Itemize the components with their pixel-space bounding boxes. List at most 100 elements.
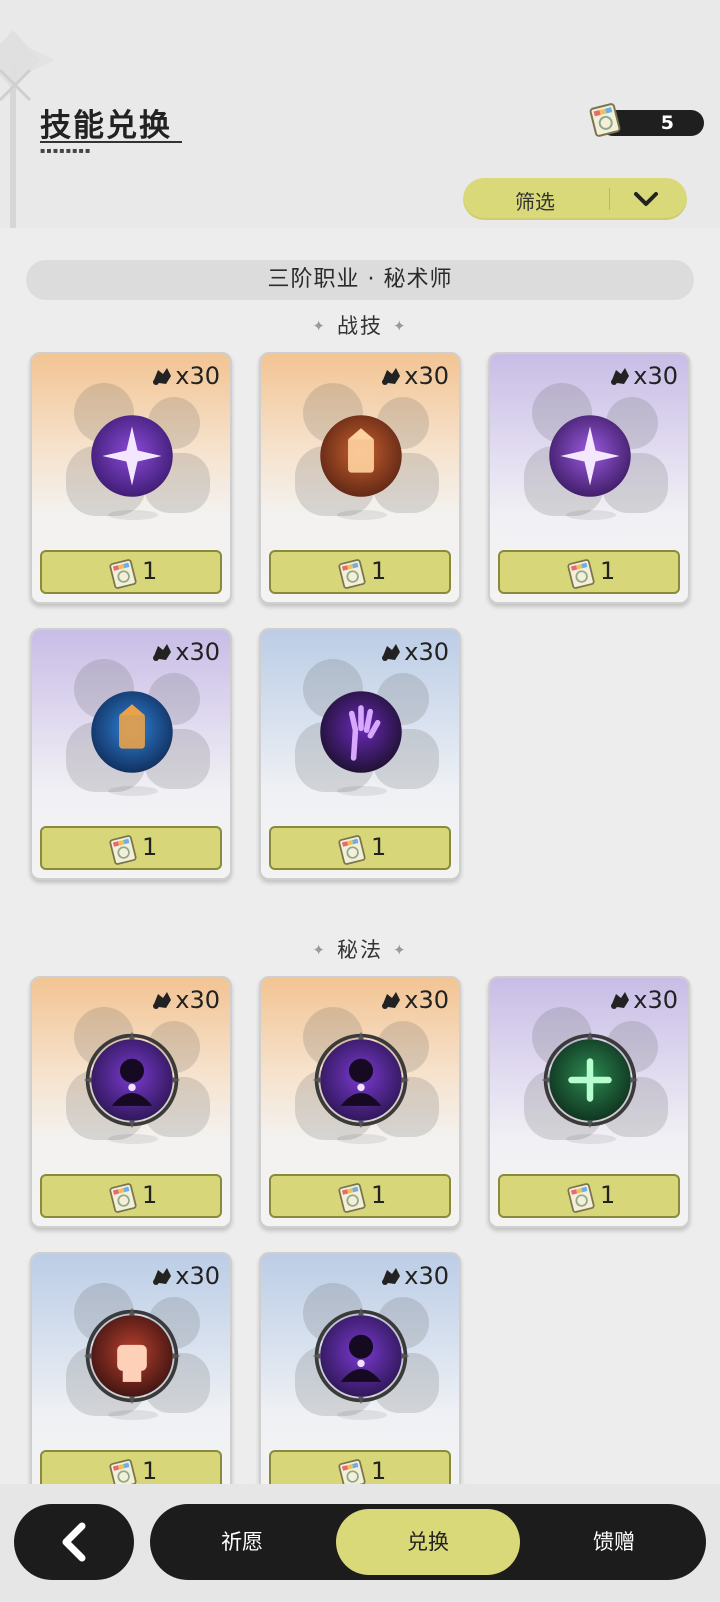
skill-count-value: x30 bbox=[175, 986, 220, 1014]
icon-shadow bbox=[566, 1134, 616, 1144]
icon-shadow bbox=[337, 1134, 387, 1144]
cost-value: 1 bbox=[142, 1457, 158, 1484]
skill-fragment-icon bbox=[611, 368, 630, 385]
skill-icon-wrap bbox=[311, 682, 411, 782]
skill-card[interactable]: x30 1 bbox=[259, 352, 461, 604]
skill-list[interactable]: 三阶职业 · 秘术师 ✦ 战技 ✦ x30 1 x30 1 x30 1 x30 … bbox=[0, 228, 720, 1484]
tab-wish[interactable]: 祈愿 bbox=[150, 1504, 334, 1580]
skill-count-value: x30 bbox=[404, 362, 449, 390]
filter-button[interactable]: 筛选 bbox=[463, 178, 687, 220]
skill-count: x30 bbox=[609, 986, 678, 1014]
skill-count-value: x30 bbox=[404, 638, 449, 666]
skill-card[interactable]: x30 1 bbox=[259, 976, 461, 1228]
cost-value: 1 bbox=[371, 833, 387, 861]
ticket-currency-counter: 5 bbox=[589, 103, 704, 137]
page-title: 技能兑换 bbox=[40, 108, 172, 144]
exchange-cost-button[interactable]: 1 bbox=[40, 550, 222, 594]
skill-count-value: x30 bbox=[175, 362, 220, 390]
ticket-icon bbox=[109, 559, 137, 589]
eye-figure-arcane-icon bbox=[83, 1031, 181, 1129]
section-title: ✦ 秘法 ✦ bbox=[0, 934, 720, 964]
exchange-cost-button[interactable]: 1 bbox=[40, 826, 222, 870]
sparkle-icon: ✦ bbox=[312, 941, 327, 959]
tab-gift[interactable]: 馈赠 bbox=[522, 1504, 706, 1580]
skill-count-value: x30 bbox=[633, 986, 678, 1014]
exchange-cost-button[interactable]: 1 bbox=[269, 550, 451, 594]
skill-icon-wrap bbox=[82, 406, 182, 506]
exchange-cost-button[interactable]: 1 bbox=[498, 1174, 680, 1218]
icon-shadow bbox=[108, 510, 158, 520]
sparkle-icon: ✦ bbox=[393, 317, 408, 335]
skill-count-value: x30 bbox=[404, 986, 449, 1014]
chevron-down-icon bbox=[634, 192, 658, 206]
icon-shadow bbox=[337, 1410, 387, 1420]
skill-fragment-icon bbox=[611, 992, 630, 1009]
ticket-icon bbox=[567, 559, 595, 589]
title-dots: ▪▪▪▪▪▪▪▪ bbox=[40, 146, 92, 155]
tab-exchange[interactable]: 兑换 bbox=[336, 1509, 520, 1575]
cost-value: 1 bbox=[142, 557, 158, 585]
sparkle-icon: ✦ bbox=[312, 317, 327, 335]
section-title-text: 秘法 bbox=[337, 938, 383, 962]
skill-fragment-icon bbox=[153, 1268, 172, 1285]
skill-icon-wrap bbox=[311, 406, 411, 506]
green-heal-arcane-icon bbox=[541, 1031, 639, 1129]
skill-count: x30 bbox=[609, 362, 678, 390]
skill-card[interactable]: x30 1 bbox=[30, 628, 232, 880]
orange-totem-skill-icon bbox=[320, 415, 402, 497]
skill-card[interactable]: x30 1 bbox=[488, 352, 690, 604]
skill-count: x30 bbox=[151, 1262, 220, 1290]
skill-card[interactable]: x30 1 bbox=[30, 1252, 232, 1484]
title-underline bbox=[40, 141, 182, 143]
skill-count: x30 bbox=[380, 1262, 449, 1290]
cost-value: 1 bbox=[600, 557, 616, 585]
skill-card[interactable]: x30 1 bbox=[30, 352, 232, 604]
skill-count: x30 bbox=[151, 362, 220, 390]
skill-card[interactable]: x30 1 bbox=[259, 1252, 461, 1484]
heart-figure-arcane-icon bbox=[312, 1031, 410, 1129]
skill-icon-wrap bbox=[82, 682, 182, 782]
skill-count: x30 bbox=[151, 986, 220, 1014]
filter-divider bbox=[609, 188, 610, 210]
skill-count-value: x30 bbox=[633, 362, 678, 390]
skill-icon-wrap bbox=[82, 1306, 182, 1406]
ticket-icon bbox=[109, 1183, 137, 1213]
tab-bar: 祈愿 兑换 馈赠 bbox=[150, 1504, 706, 1580]
exchange-cost-button[interactable]: 1 bbox=[40, 1450, 222, 1484]
exchange-cost-button[interactable]: 1 bbox=[40, 1174, 222, 1218]
skill-fragment-icon bbox=[153, 992, 172, 1009]
skill-card[interactable]: x30 1 bbox=[488, 976, 690, 1228]
exchange-cost-button[interactable]: 1 bbox=[269, 826, 451, 870]
exchange-cost-button[interactable]: 1 bbox=[269, 1450, 451, 1484]
skill-fragment-icon bbox=[382, 368, 401, 385]
skill-icon-wrap bbox=[540, 406, 640, 506]
icon-shadow bbox=[108, 1134, 158, 1144]
ticket-icon bbox=[589, 103, 621, 137]
skill-count: x30 bbox=[380, 362, 449, 390]
cost-value: 1 bbox=[371, 1181, 387, 1209]
skill-card[interactable]: x30 1 bbox=[259, 628, 461, 880]
cost-value: 1 bbox=[600, 1181, 616, 1209]
skill-count-value: x30 bbox=[404, 1262, 449, 1290]
skill-icon-wrap bbox=[540, 1030, 640, 1130]
exchange-cost-button[interactable]: 1 bbox=[269, 1174, 451, 1218]
ticket-icon bbox=[338, 559, 366, 589]
ticket-icon bbox=[109, 1459, 137, 1484]
icon-shadow bbox=[108, 786, 158, 796]
ticket-icon bbox=[109, 835, 137, 865]
skill-icon-wrap bbox=[311, 1030, 411, 1130]
skill-count: x30 bbox=[380, 638, 449, 666]
section-title: ✦ 战技 ✦ bbox=[0, 310, 720, 340]
back-button[interactable] bbox=[14, 1504, 134, 1580]
arrow-left-icon bbox=[62, 1522, 86, 1562]
cost-value: 1 bbox=[142, 833, 158, 861]
filter-label: 筛选 bbox=[515, 190, 555, 214]
skill-fragment-icon bbox=[382, 644, 401, 661]
ticket-icon bbox=[567, 1183, 595, 1213]
icon-shadow bbox=[566, 510, 616, 520]
exchange-cost-button[interactable]: 1 bbox=[498, 550, 680, 594]
skill-card[interactable]: x30 1 bbox=[30, 976, 232, 1228]
skill-icon-wrap bbox=[82, 1030, 182, 1130]
skill-count: x30 bbox=[151, 638, 220, 666]
skill-icon-wrap bbox=[311, 1306, 411, 1406]
